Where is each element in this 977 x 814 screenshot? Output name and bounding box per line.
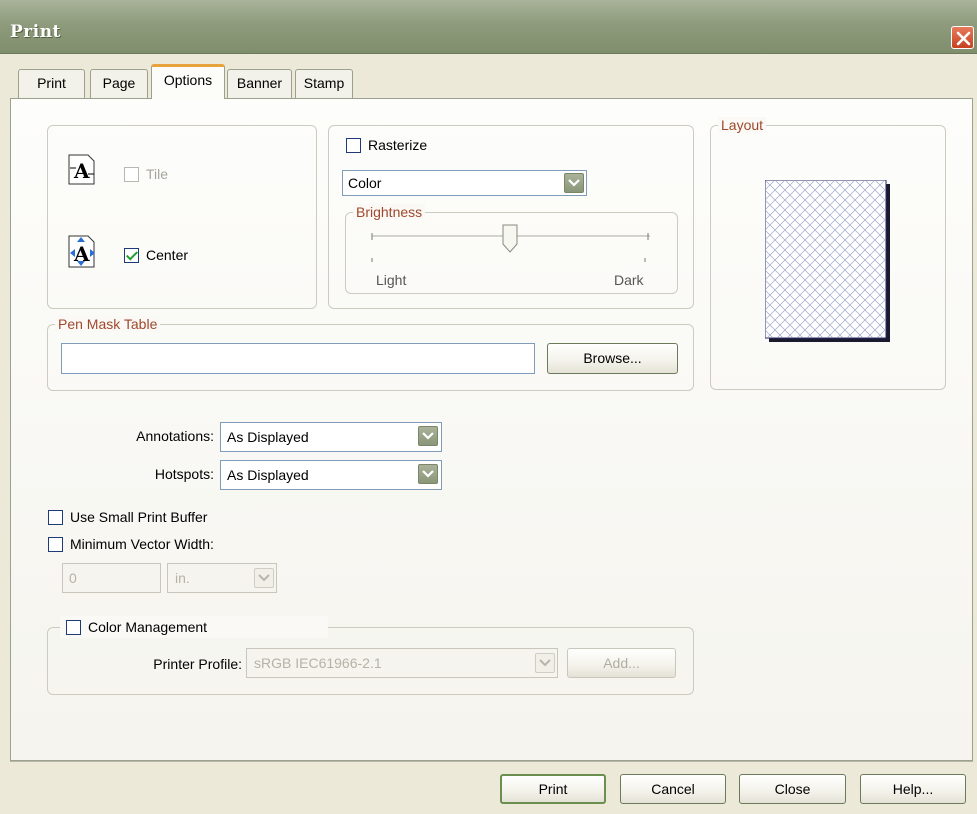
annotations-value: As Displayed <box>227 429 309 445</box>
printer-profile-value: sRGB IEC61966-2.1 <box>254 655 382 671</box>
close-icon <box>956 31 971 46</box>
chevron-down-icon <box>422 470 434 478</box>
center-label: Center <box>146 247 189 263</box>
brightness-light-label: Light <box>376 272 407 288</box>
hotspots-label: Hotspots: <box>154 466 214 482</box>
annotations-label: Annotations: <box>136 428 214 444</box>
layout-preview-page <box>764 179 893 344</box>
layout-legend: Layout <box>718 117 767 133</box>
color-mode-value: Color <box>348 175 382 191</box>
center-icon: A <box>66 233 100 271</box>
hotspots-value: As Displayed <box>227 467 309 483</box>
pen-mask-input[interactable] <box>61 343 535 374</box>
tile-checkbox[interactable] <box>124 167 139 182</box>
annotations-select[interactable]: As Displayed <box>220 422 442 452</box>
center-checkbox[interactable] <box>124 248 139 263</box>
printer-profile-dropdown-button[interactable] <box>535 653 555 673</box>
window-title: Print <box>10 22 61 42</box>
min-vector-input[interactable]: 0 <box>62 563 161 593</box>
rasterize-label: Rasterize <box>368 137 428 153</box>
min-vector-checkbox[interactable] <box>48 537 63 552</box>
small-buffer-label: Use Small Print Buffer <box>70 509 208 525</box>
close-window-button[interactable] <box>951 26 974 49</box>
chevron-down-icon <box>539 659 551 667</box>
close-button[interactable]: Close <box>739 774 846 804</box>
min-vector-unit-dropdown-button[interactable] <box>254 568 274 588</box>
tab-banner[interactable]: Banner <box>227 69 292 98</box>
tab-page[interactable]: Page <box>90 69 148 98</box>
min-vector-label: Minimum Vector Width: <box>70 536 214 552</box>
hotspots-select[interactable]: As Displayed <box>220 460 442 490</box>
color-management-label: Color Management <box>88 619 208 635</box>
printer-profile-label: Printer Profile: <box>153 656 242 672</box>
brightness-slider[interactable] <box>368 222 658 262</box>
title-bar[interactable] <box>0 0 977 54</box>
color-mode-dropdown-button[interactable] <box>564 173 584 193</box>
tab-stamp[interactable]: Stamp <box>295 69 353 98</box>
rasterize-checkbox[interactable] <box>346 138 361 153</box>
chevron-down-icon <box>258 574 270 582</box>
tile-icon: A <box>66 152 100 188</box>
help-button[interactable]: Help... <box>860 774 966 804</box>
color-management-checkbox[interactable] <box>66 620 81 635</box>
tile-label: Tile <box>146 166 169 182</box>
browse-button[interactable]: Browse... <box>547 343 678 374</box>
svg-text:A: A <box>73 159 90 183</box>
brightness-legend: Brightness <box>353 204 426 220</box>
chevron-down-icon <box>568 179 580 187</box>
annotations-dropdown-button[interactable] <box>418 426 438 446</box>
small-buffer-checkbox[interactable] <box>48 510 63 525</box>
add-profile-button[interactable]: Add... <box>567 648 676 678</box>
min-vector-unit-value: in. <box>175 570 190 586</box>
tab-options[interactable]: Options <box>151 64 225 99</box>
cancel-button[interactable]: Cancel <box>620 774 726 804</box>
footer-divider <box>10 761 973 762</box>
tab-print[interactable]: Print <box>18 69 85 98</box>
color-mode-select[interactable]: Color <box>342 170 587 196</box>
chevron-down-icon <box>422 432 434 440</box>
brightness-dark-label: Dark <box>614 272 644 288</box>
brightness-slider-thumb[interactable] <box>502 224 518 254</box>
pen-mask-legend: Pen Mask Table <box>55 316 161 332</box>
print-button[interactable]: Print <box>500 774 606 804</box>
hotspots-dropdown-button[interactable] <box>418 464 438 484</box>
min-vector-unit-select[interactable]: in. <box>167 563 277 593</box>
printer-profile-select[interactable]: sRGB IEC61966-2.1 <box>246 648 558 678</box>
